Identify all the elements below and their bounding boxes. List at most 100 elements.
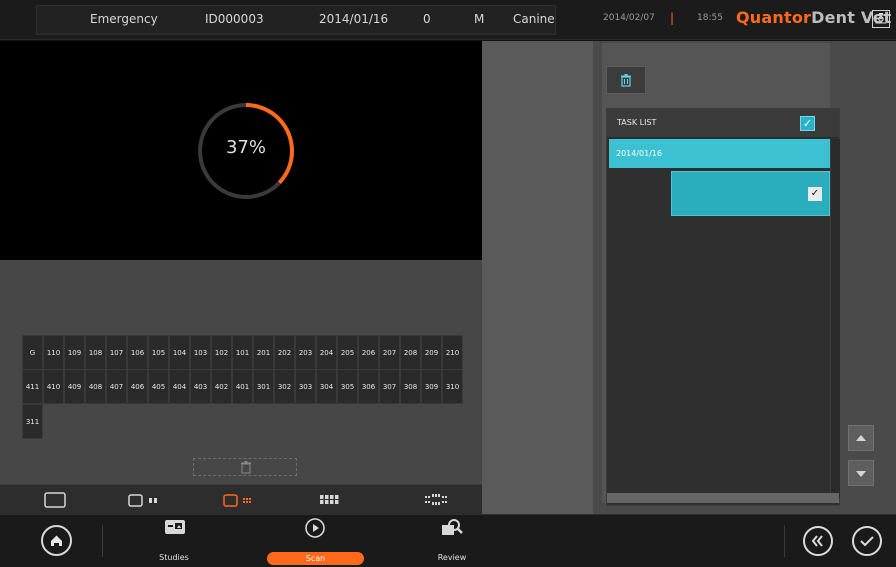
tooth-cell[interactable]: 401 [232,369,253,404]
divider [784,525,785,557]
current-time: 18:55 [697,13,723,23]
progress-percent: 37% [225,137,266,158]
select-all-checkbox[interactable]: ✓ [800,116,815,131]
tooth-cell[interactable]: 301 [253,369,274,404]
tooth-cell[interactable]: 308 [400,369,421,404]
patient-name: Emergency [90,12,158,26]
review-button[interactable] [440,517,464,543]
tooth-cell[interactable]: 105 [148,335,169,370]
patient-id: ID000003 [205,12,264,26]
tooth-cell[interactable]: 305 [337,369,358,404]
task-list: TASK LIST ✓ 2014/01/16 ✓ [606,108,840,506]
tooth-cell[interactable]: 106 [127,335,148,370]
task-date-row[interactable]: 2014/01/16 [609,139,830,168]
check-icon [860,536,874,547]
arrow-up-icon [856,435,866,441]
middle-panel [482,41,593,514]
task-list-scrollbar[interactable] [830,139,840,499]
tooth-cell[interactable]: 209 [421,335,442,370]
home-button[interactable] [41,525,72,556]
confirm-button[interactable] [852,526,882,556]
tooth-cell[interactable]: 404 [169,369,190,404]
task-item-checkbox[interactable]: ✓ [808,187,822,201]
tooth-cell[interactable]: 110 [43,335,64,370]
tooth-cell[interactable]: 203 [295,335,316,370]
tooth-cell[interactable]: 310 [442,369,463,404]
scan-tab-active[interactable]: Scan [267,552,364,565]
brand-prefix: Quantor [736,8,812,27]
tooth-cell[interactable]: 104 [169,335,190,370]
tooth-cell[interactable]: 206 [358,335,379,370]
task-date: 2014/01/16 [616,149,663,158]
tooth-cell[interactable]: 108 [85,335,106,370]
task-item[interactable]: ✓ [671,171,830,216]
task-panel: TASK LIST ✓ 2014/01/16 ✓ [593,41,896,514]
tooth-cell[interactable]: 410 [43,369,64,404]
header-separator: | [670,11,675,25]
layout-grid-selected-icon[interactable] [222,490,262,510]
tooth-cell[interactable]: 311 [22,404,43,439]
tooth-cell[interactable]: 307 [379,369,400,404]
settings-icon[interactable] [872,10,890,28]
layout-2x4-icon[interactable] [318,490,340,510]
double-chevron-left-icon [811,535,823,547]
tooth-cell[interactable]: 102 [211,335,232,370]
scroll-up-button[interactable] [848,425,874,451]
patient-age: 0 [423,12,431,26]
scroll-down-button[interactable] [848,460,874,486]
tooth-cell[interactable]: 109 [64,335,85,370]
tooth-cell[interactable]: 409 [64,369,85,404]
studies-icon [165,520,185,534]
trash-icon [241,461,251,474]
tooth-cell[interactable]: 304 [316,369,337,404]
tooth-cell[interactable]: 101 [232,335,253,370]
tooth-cell[interactable]: 208 [400,335,421,370]
tooth-cell[interactable]: 302 [274,369,295,404]
tooth-cell[interactable]: 306 [358,369,379,404]
studies-label: Studies [159,553,189,562]
task-list-title: TASK LIST [617,118,657,127]
tooth-cell[interactable]: 205 [337,335,358,370]
tooth-cell[interactable]: 403 [190,369,211,404]
tooth-cell[interactable]: 405 [148,369,169,404]
studies-button[interactable] [163,517,187,543]
divider [102,525,103,557]
tooth-cell[interactable]: 406 [127,369,148,404]
header-bar: Emergency ID000003 2014/01/16 0 M Canine… [0,0,896,40]
tooth-cell[interactable]: 408 [85,369,106,404]
patient-birth-date: 2014/01/16 [319,12,389,26]
layout-toolbar [0,484,482,514]
review-label: Review [437,553,467,562]
tooth-cell[interactable]: 202 [274,335,295,370]
tooth-cell[interactable]: 107 [106,335,127,370]
patient-info-bar[interactable]: Emergency ID000003 2014/01/16 0 M Canine [36,5,556,35]
play-icon [305,518,325,538]
bottom-nav: Studies Scan Review [0,514,896,567]
patient-species: Canine [513,12,555,26]
scan-label: Scan [305,554,326,563]
trash-drop-zone[interactable] [193,458,297,476]
progress-ring: 37% [196,101,296,201]
tooth-cell[interactable]: 204 [316,335,337,370]
tooth-cell[interactable]: 402 [211,369,232,404]
task-list-bottom-bar [607,493,839,503]
tooth-cell[interactable]: 411 [22,369,43,404]
delete-button[interactable] [606,66,646,94]
tooth-cell[interactable]: 103 [190,335,211,370]
tooth-cell[interactable]: 207 [379,335,400,370]
scan-button[interactable] [304,517,326,543]
layout-full-mouth-icon[interactable] [424,490,450,510]
tooth-cell[interactable]: 201 [253,335,274,370]
current-date: 2014/02/07 [603,13,655,23]
tooth-cell[interactable]: 309 [421,369,442,404]
tooth-cell[interactable]: 303 [295,369,316,404]
layout-single-film-icon[interactable] [127,490,167,510]
task-list-header: TASK LIST ✓ [607,109,839,138]
back-button[interactable] [803,526,833,556]
tooth-cell[interactable]: 210 [442,335,463,370]
layout-single-icon[interactable] [43,490,67,510]
brand-logo: QuantorDent Vet [736,8,891,27]
tooth-cell[interactable]: 407 [106,369,127,404]
tooth-cell[interactable]: G [22,335,43,370]
image-viewer: 37% [0,41,482,260]
